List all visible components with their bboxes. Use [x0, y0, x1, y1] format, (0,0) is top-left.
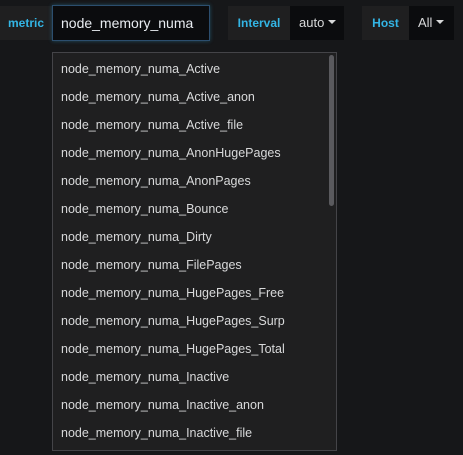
menu-item[interactable]: node_memory_numa_FilePages [53, 251, 328, 279]
menu-item[interactable]: node_memory_numa_HugePages_Surp [53, 307, 328, 335]
dashboard-variables-bar: metric Interval auto Host All node_memor… [0, 0, 463, 455]
menu-scrollbar-thumb[interactable] [329, 55, 334, 206]
metric-suggestions-menu: node_memory_numa_Active node_memory_numa… [52, 52, 337, 451]
interval-dropdown[interactable]: auto [290, 6, 344, 40]
metric-variable-label: metric [0, 6, 52, 40]
menu-item[interactable]: node_memory_numa_Inactive_anon [53, 391, 328, 419]
menu-item[interactable]: node_memory_numa_AnonHugePages [53, 139, 328, 167]
menu-item[interactable]: node_memory_numa_HugePages_Total [53, 335, 328, 363]
menu-item[interactable]: node_memory_numa_AnonPages [53, 167, 328, 195]
interval-selected-value: auto [299, 15, 325, 30]
host-selected-value: All [418, 15, 433, 30]
menu-item[interactable]: node_memory_numa_Inactive_file [53, 419, 328, 447]
caret-down-icon [328, 19, 337, 24]
menu-item[interactable]: node_memory_numa_Active_file [53, 111, 328, 139]
menu-item[interactable]: node_memory_numa_HugePages_Free [53, 279, 328, 307]
interval-variable-label: Interval [228, 6, 290, 40]
menu-item[interactable]: node_memory_numa_Active_anon [53, 83, 328, 111]
caret-down-icon [436, 19, 445, 24]
host-variable-label: Host [362, 6, 409, 40]
host-dropdown[interactable]: All [409, 6, 454, 40]
metric-suggestions-list: node_memory_numa_Active node_memory_numa… [53, 55, 328, 447]
menu-item[interactable]: node_memory_numa_Inactive [53, 363, 328, 391]
menu-item[interactable]: node_memory_numa_Bounce [53, 195, 328, 223]
menu-item[interactable]: node_memory_numa_Active [53, 55, 328, 83]
menu-scrollbar[interactable] [328, 53, 335, 450]
metric-input[interactable] [52, 5, 210, 41]
menu-item[interactable]: node_memory_numa_Dirty [53, 223, 328, 251]
